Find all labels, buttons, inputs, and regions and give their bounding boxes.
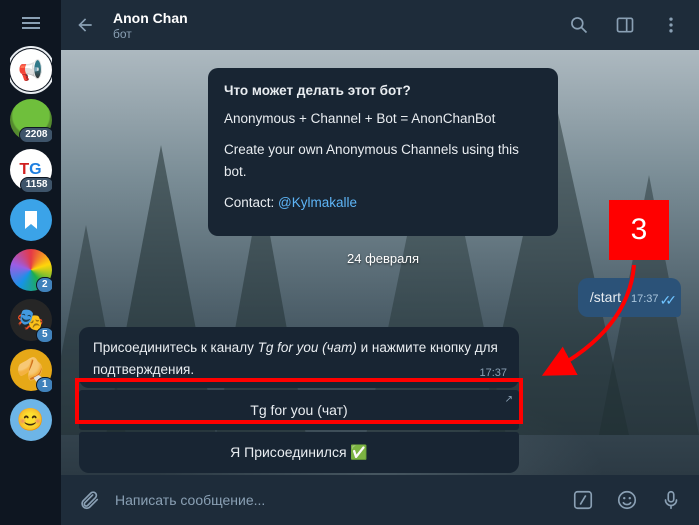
date-separator: 24 февраля: [79, 250, 687, 268]
message-input[interactable]: [115, 492, 557, 508]
sidebar: 📢 2208 TG1158 2 🎭5 🥠1 😊: [0, 0, 61, 525]
menu-button[interactable]: [0, 0, 61, 45]
inline-button-joined[interactable]: Я Присоединился ✅: [79, 432, 519, 473]
sidebar-chat-android[interactable]: 2208: [10, 99, 52, 141]
attach-button[interactable]: [71, 482, 107, 518]
read-checks-icon: ✓✓: [660, 289, 671, 311]
annotation-number-box: 3: [609, 200, 669, 260]
sidepanel-button[interactable]: [607, 7, 643, 43]
outgoing-text: /start: [590, 286, 621, 308]
slash-box-icon: [572, 489, 594, 511]
unread-badge: 2: [36, 277, 52, 293]
bot-info-bubble: Что может делать этот бот? Anonymous + C…: [208, 68, 558, 236]
bot-contact-link[interactable]: @Kylmakalle: [278, 195, 357, 210]
face-icon: 😊: [17, 407, 44, 433]
search-icon: [569, 15, 589, 35]
message-row-out: /start 17:37 ✓✓: [79, 278, 687, 317]
incoming-message[interactable]: Присоединитесь к каналу Tg for you (чат)…: [79, 327, 519, 388]
voice-button[interactable]: [653, 482, 689, 518]
sidebar-chat-color[interactable]: 2: [10, 249, 52, 291]
inline-keyboard: Tg for you (чат) ↗ Я Присоединился ✅: [79, 390, 519, 473]
chat-list: 📢 2208 TG1158 2 🎭5 🥠1 😊: [10, 45, 52, 525]
chat-title: Anon Chan: [113, 10, 551, 27]
sidebar-chat-tg[interactable]: TG1158: [10, 149, 52, 191]
sidebar-chat-megaphone[interactable]: 📢: [10, 49, 52, 91]
main-panel: Anon Chan бот Что может делать: [61, 0, 699, 525]
composer: [61, 475, 699, 525]
sidebar-chat-saved[interactable]: [10, 199, 52, 241]
megaphone-icon: 📢: [18, 58, 43, 83]
outgoing-meta: 17:37 ✓✓: [631, 289, 671, 311]
unread-badge: 1: [36, 377, 52, 393]
external-link-icon: ↗: [505, 394, 513, 405]
sidebar-chat-mask[interactable]: 🎭5: [10, 299, 52, 341]
bot-info-contact: Contact: @Kylmakalle: [224, 192, 542, 214]
paperclip-icon: [78, 489, 100, 511]
sidebar-chat-cookie[interactable]: 🥠1: [10, 349, 52, 391]
arrow-left-icon: [75, 15, 95, 35]
bot-info-heading: Что может делать этот бот?: [224, 80, 542, 102]
sidepanel-icon: [615, 15, 635, 35]
message-row-in: Присоединитесь к каналу Tg for you (чат)…: [79, 327, 687, 473]
chat-area: Что может делать этот бот? Anonymous + C…: [61, 50, 699, 475]
bot-info-line1: Anonymous + Channel + Bot = AnonChanBot: [224, 108, 542, 130]
bookmark-icon: [23, 210, 39, 230]
bot-commands-button[interactable]: [565, 482, 601, 518]
bot-info-line2: Create your own Anonymous Channels using…: [224, 139, 542, 182]
back-button[interactable]: [67, 7, 103, 43]
inline-button-channel[interactable]: Tg for you (чат) ↗: [79, 390, 519, 430]
more-button[interactable]: [653, 7, 689, 43]
chat-title-block[interactable]: Anon Chan бот: [113, 10, 551, 41]
chat-header: Anon Chan бот: [61, 0, 699, 50]
unread-badge: 5: [36, 327, 52, 343]
smile-icon: [616, 489, 638, 511]
search-button[interactable]: [561, 7, 597, 43]
incoming-time: 17:37: [479, 365, 507, 383]
outgoing-message[interactable]: /start 17:37 ✓✓: [578, 278, 681, 317]
emoji-button[interactable]: [609, 482, 645, 518]
app-root: 📢 2208 TG1158 2 🎭5 🥠1 😊 Anon Chan бот: [0, 0, 699, 525]
more-vertical-icon: [661, 15, 681, 35]
chat-subtitle: бот: [113, 27, 551, 41]
microphone-icon: [660, 489, 682, 511]
sidebar-chat-last[interactable]: 😊: [10, 399, 52, 441]
unread-badge: 1158: [20, 177, 52, 193]
unread-badge: 2208: [19, 127, 51, 143]
hamburger-icon: [22, 17, 40, 29]
message-list: Что может делать этот бот? Anonymous + C…: [61, 50, 699, 475]
